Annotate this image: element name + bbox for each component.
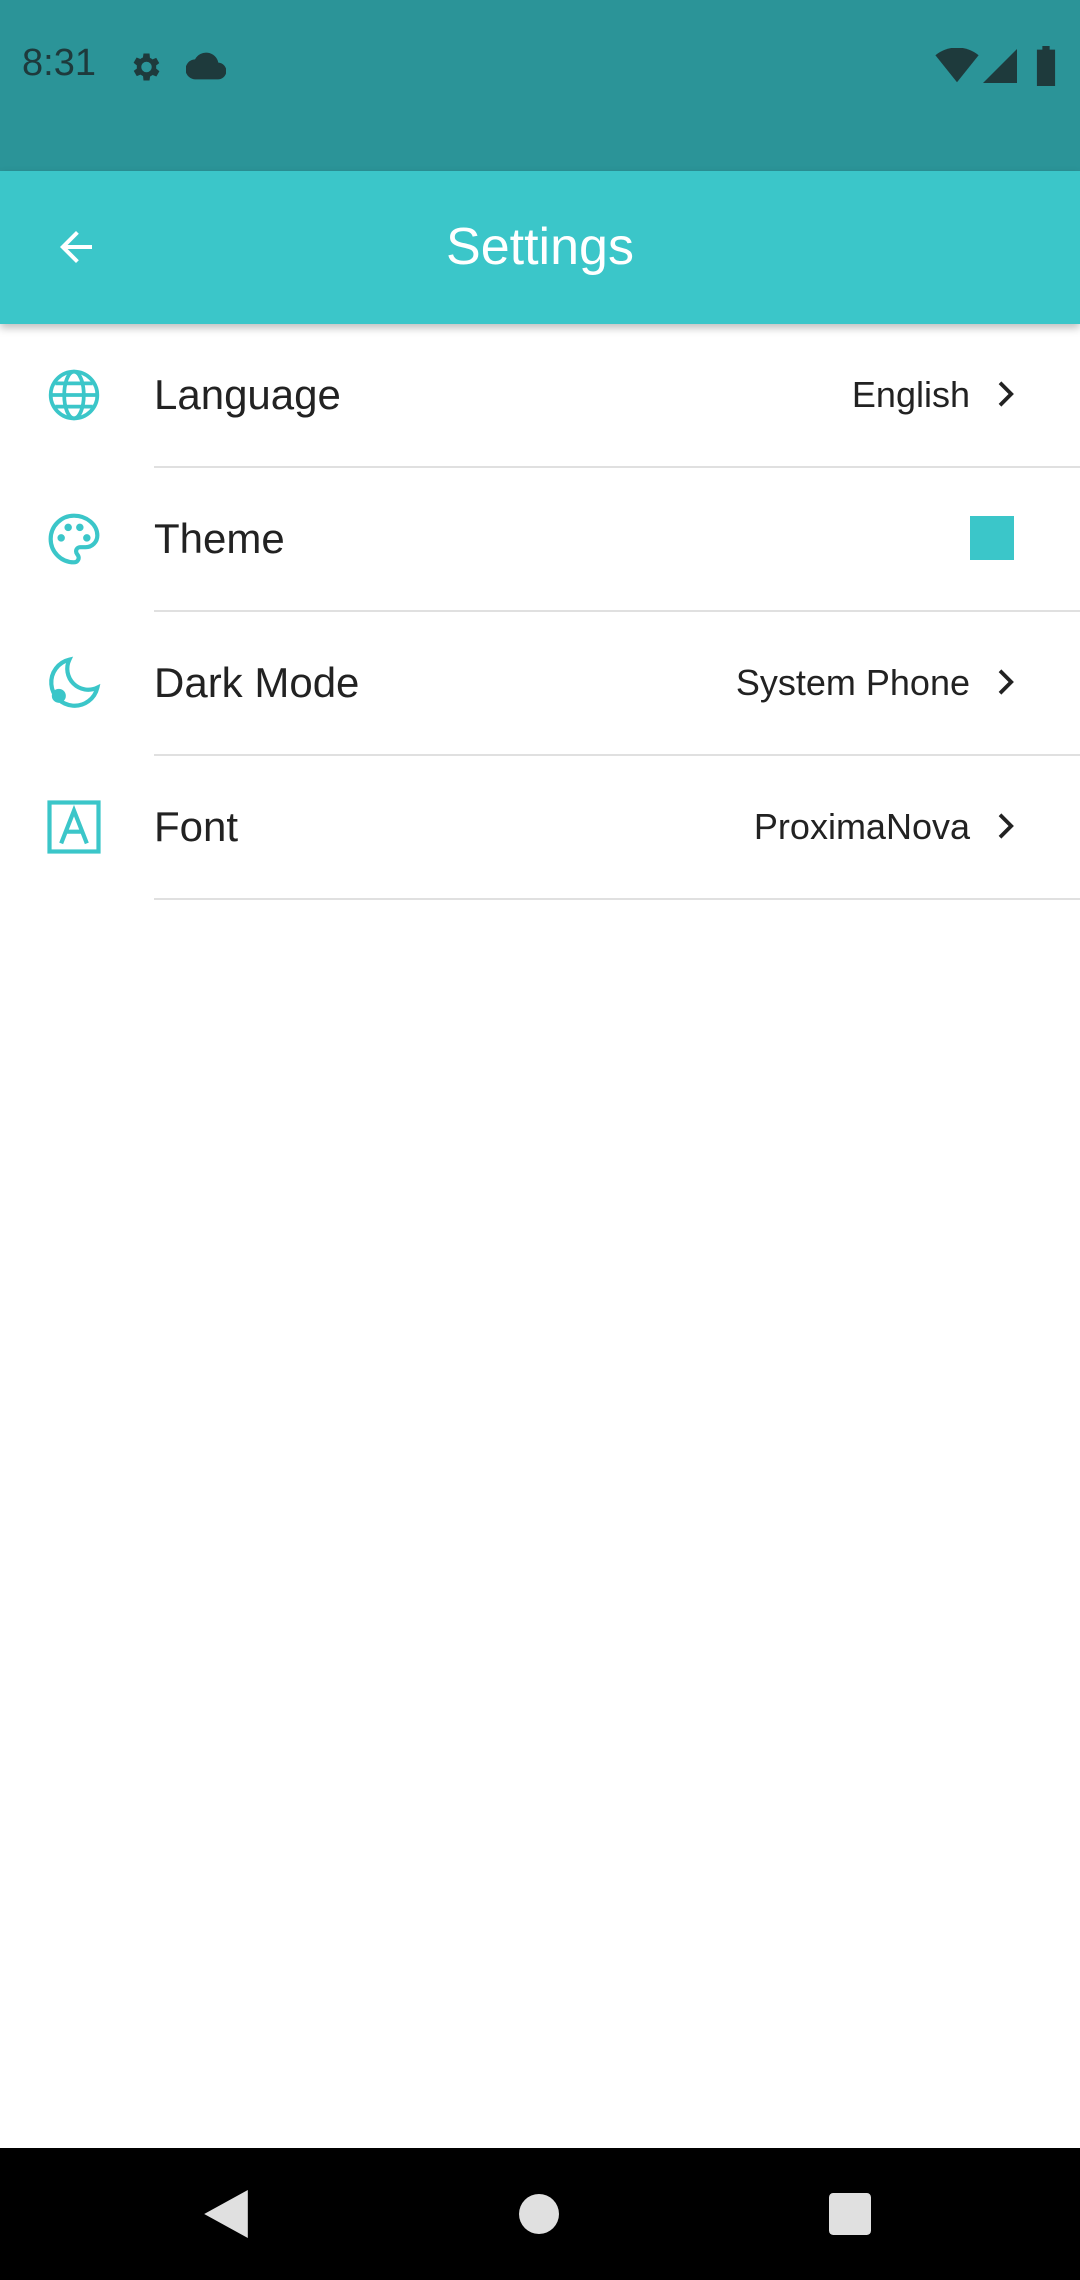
signal-icon [983,49,1017,83]
app-bar: Settings [0,171,1080,324]
theme-color-swatch[interactable] [970,516,1014,560]
battery-icon [1036,46,1056,86]
settings-item-label: Theme [154,515,285,562]
back-button[interactable] [40,211,112,283]
cloud-icon [186,52,226,80]
back-triangle-icon[interactable] [204,2190,248,2238]
settings-item-dark-mode[interactable]: Dark Mode System Phone [49,612,1080,756]
recents-square-icon[interactable] [829,2193,871,2235]
page-title: Settings [446,218,634,276]
palette-icon [44,509,104,569]
chevron-right-icon [998,669,1014,695]
font-icon [44,797,104,857]
settings-item-language[interactable]: Language English [48,324,1080,468]
wifi-icon [935,48,979,83]
chevron-right-icon [998,813,1014,839]
settings-item-value: ProximaNova [753,806,970,847]
globe-icon [44,365,104,425]
moon-icon [44,653,104,713]
chevron-right-icon [998,381,1014,407]
status-bar: 8:31 [0,0,1080,171]
settings-list: Language English Theme Dark Mode System … [0,324,1080,900]
settings-item-value: System Phone [735,662,970,703]
arrow-back-icon [60,231,92,263]
status-time: 8:31 [22,42,96,84]
navigation-bar [0,2148,1080,2280]
settings-item-font[interactable]: Font ProximaNova [47,756,1080,900]
home-circle-icon[interactable] [519,2194,559,2234]
settings-item-value: English [851,374,970,415]
settings-item-label: Language [154,371,341,418]
settings-item-label: Font [154,803,239,850]
settings-item-label: Dark Mode [154,659,360,706]
gear-icon [133,53,160,81]
settings-item-theme[interactable]: Theme [48,468,1080,612]
